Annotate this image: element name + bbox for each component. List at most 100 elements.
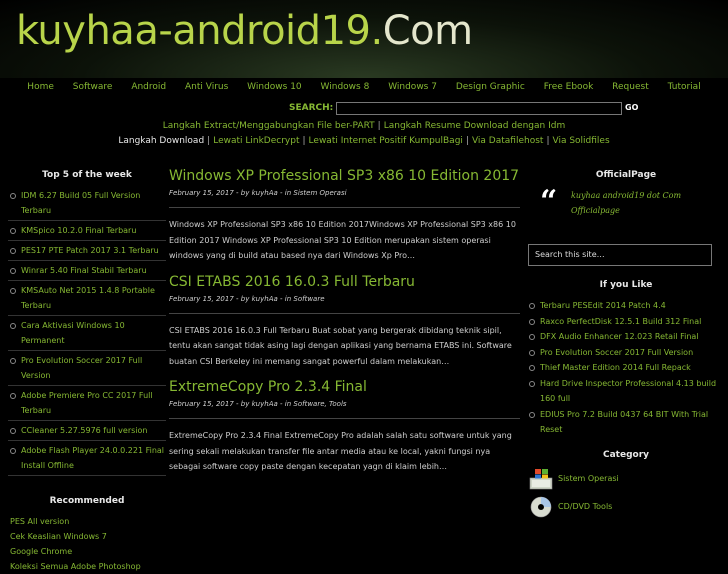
nav-windows-7[interactable]: Windows 7 — [388, 82, 437, 92]
recommended-item[interactable]: Koleksi Semua Adobe Photoshop — [10, 559, 166, 574]
bullet-icon — [10, 428, 16, 434]
bullet-icon — [10, 358, 16, 364]
separator: | — [207, 136, 211, 146]
you-like-list: Terbaru PESEdit 2014 Patch 4.4 Raxco Per… — [528, 298, 724, 438]
bullet-icon — [529, 365, 535, 371]
nav-tutorial[interactable]: Tutorial — [668, 82, 701, 92]
site-header: kuyhaa-android19.Com — [0, 0, 728, 78]
top5-item[interactable]: PES17 PTE Patch 2017 3.1 Terbaru — [8, 243, 166, 261]
link-extract[interactable]: Langkah Extract/Menggabungkan File ber-P… — [163, 121, 375, 131]
link-datafilehost[interactable]: Via Datafilehost — [472, 136, 543, 146]
main-nav: Home Software Android Anti Virus Windows… — [0, 82, 728, 96]
bullet-icon — [529, 318, 535, 325]
post: Windows XP Professional SP3 x86 10 Editi… — [169, 166, 520, 264]
help-links-row2: Langkah Download | Lewati LinkDecrypt | Lewa… — [0, 136, 728, 146]
top5-item[interactable]: Adobe Flash Player 24.0.0.221 Final Inst… — [8, 443, 166, 476]
bullet-icon — [529, 349, 535, 356]
nav-request[interactable]: Request — [612, 82, 649, 92]
nav-design-graphic[interactable]: Design Graphic — [456, 82, 525, 92]
link-linkdecrypt[interactable]: Lewati LinkDecrypt — [213, 136, 299, 146]
post-category[interactable]: Software — [293, 295, 324, 303]
post-category[interactable]: Software, Tools — [293, 400, 346, 408]
post-list: Windows XP Professional SP3 x86 10 Editi… — [169, 166, 520, 483]
bullet-icon — [10, 248, 16, 254]
top5-item[interactable]: IDM 6.27 Build 05 Full Version Terbaru — [8, 188, 166, 221]
post-meta: February 15, 2017 - by kuyhAa - in Softw… — [169, 294, 325, 303]
meta-by: by — [240, 189, 250, 197]
meta-in: in — [284, 294, 292, 303]
official-page-link[interactable]: kuyhaa android19 dot Com Officialpage — [571, 188, 724, 218]
link-solidfiles[interactable]: Via Solidfiles — [552, 136, 609, 146]
search-label: SEARCH: — [289, 103, 334, 113]
bullet-icon — [529, 380, 535, 387]
bullet-icon — [10, 448, 16, 454]
recommended-item[interactable]: Google Chrome — [10, 544, 166, 559]
top5-item[interactable]: KMSAuto Net 2015 1.4.8 Portable Terbaru — [8, 283, 166, 316]
you-like-item[interactable]: Terbaru PESEdit 2014 Patch 4.4 — [528, 298, 724, 314]
category-item[interactable]: Sistem Operasi — [528, 468, 724, 496]
nav-android[interactable]: Android — [131, 82, 166, 92]
post-meta: February 15, 2017 - by kuyhAa - in Softw… — [169, 400, 347, 408]
category-title: Category — [602, 449, 649, 460]
post-divider — [169, 312, 520, 314]
post-author[interactable]: kuyhAa — [252, 189, 278, 197]
top5-item[interactable]: CCleaner 5.27.5976 full version — [8, 423, 166, 441]
top5-list: IDM 6.27 Build 05 Full Version Terbaru K… — [8, 188, 166, 476]
post-title[interactable]: ExtremeCopy Pro 2.3.4 Final — [169, 377, 520, 397]
download-steps-label: Langkah Download — [118, 136, 205, 146]
top5-title: Top 5 of the week — [42, 170, 132, 180]
recommended-list: PES All version Cek Keaslian Windows 7 G… — [8, 514, 166, 574]
bullet-icon — [529, 334, 535, 340]
you-like-item[interactable]: Hard Drive Inspector Professional 4.13 b… — [528, 376, 724, 407]
sidebar-search-input[interactable]: Search this site… — [528, 244, 712, 266]
post-title[interactable]: Windows XP Professional SP3 x86 10 Editi… — [169, 166, 520, 186]
you-like-item[interactable]: Thief Master Edition 2014 Full Repack — [528, 360, 724, 376]
bullet-icon — [529, 303, 535, 309]
link-kumpulbagi[interactable]: Lewati Internet Positif KumpulBagi — [309, 136, 463, 146]
link-resume-idm[interactable]: Langkah Resume Download dengan Idm — [384, 121, 566, 131]
you-like-item[interactable]: Raxco PerfectDisk 12.5.1 Build 312 Final — [528, 314, 724, 330]
recommended-title: Recommended — [49, 496, 125, 506]
top5-item[interactable]: Winrar 5.40 Final Stabil Terbaru — [8, 263, 166, 281]
nav-home[interactable]: Home — [27, 82, 54, 92]
meta-by: by — [240, 294, 250, 303]
meta-in: in — [284, 189, 292, 197]
nav-windows-8[interactable]: Windows 8 — [321, 82, 370, 92]
recommended-item[interactable]: PES All version — [10, 514, 166, 529]
nav-free-ebook[interactable]: Free Ebook — [544, 82, 594, 92]
post-title[interactable]: CSI ETABS 2016 16.0.3 Full Terbaru — [169, 272, 520, 292]
post: ExtremeCopy Pro 2.3.4 Final February 15,… — [169, 377, 520, 475]
post-author[interactable]: kuyhAa — [252, 295, 278, 303]
site-logo[interactable]: kuyhaa-android19.Com — [16, 6, 473, 56]
top5-item[interactable]: Pro Evolution Soccer 2017 Full Version — [8, 353, 166, 386]
bullet-icon — [10, 288, 16, 294]
separator: | — [465, 136, 469, 146]
nav-windows-10[interactable]: Windows 10 — [247, 82, 302, 92]
right-sidebar: OfficialPage “ kuyhaa android19 dot Com … — [528, 166, 724, 524]
left-sidebar: Top 5 of the week IDM 6.27 Build 05 Full… — [8, 166, 166, 574]
search-go-button[interactable]: GO — [625, 103, 638, 112]
top5-item[interactable]: Cara Aktivasi Windows 10 Permanent — [8, 318, 166, 351]
category-label: CD/DVD Tools — [558, 501, 613, 511]
post-author[interactable]: kuyhAa — [252, 400, 278, 408]
bullet-icon — [10, 323, 16, 329]
post: CSI ETABS 2016 16.0.3 Full Terbaru Febru… — [169, 272, 520, 370]
bullet-icon — [529, 411, 535, 418]
post-divider — [169, 418, 520, 419]
cd-dvd-icon — [530, 496, 552, 517]
separator: | — [546, 136, 550, 146]
category-item[interactable]: CD/DVD Tools — [528, 496, 724, 524]
top5-item[interactable]: KMSpico 10.2.0 Final Terbaru — [8, 223, 166, 241]
bullet-icon — [10, 268, 16, 274]
you-like-item[interactable]: DFX Audio Enhancer 12.023 Retail Final — [528, 329, 724, 345]
meta-by: by — [240, 400, 250, 408]
you-like-item[interactable]: Pro Evolution Soccer 2017 Full Version — [528, 345, 724, 361]
nav-anti-virus[interactable]: Anti Virus — [185, 82, 228, 92]
you-like-item[interactable]: EDIUS Pro 7.2 Build 0437 64 BIT With Tri… — [528, 407, 724, 438]
post-category[interactable]: Sistem Operasi — [293, 189, 346, 197]
search-input[interactable] — [336, 102, 622, 115]
quote-icon: “ — [540, 184, 558, 219]
nav-software[interactable]: Software — [73, 82, 113, 92]
top5-item[interactable]: Adobe Premiere Pro CC 2017 Full Terbaru — [8, 388, 166, 421]
recommended-item[interactable]: Cek Keaslian Windows 7 — [10, 529, 166, 544]
